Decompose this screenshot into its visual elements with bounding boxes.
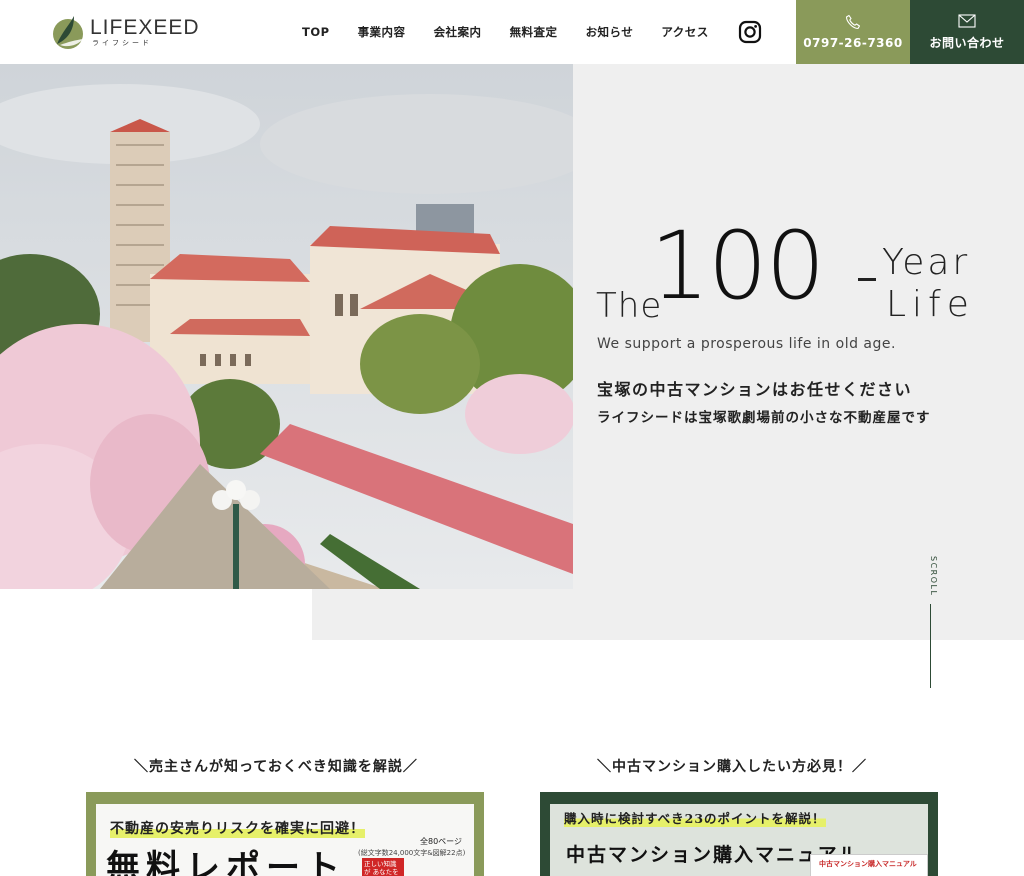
site-header: LIFEXEED ライフシード TOP 事業内容 会社案内 無料査定 お知らせ … (0, 0, 1024, 64)
banner-headline: 購入時に検討すべき23のポイントを解説！ (564, 808, 826, 827)
hero-subtitle: We support a prosperous life in old age. (597, 336, 896, 352)
banner-title: 無料レポート (106, 848, 346, 876)
hero-tagline: The 100 Year Life (596, 212, 996, 332)
mail-icon (958, 13, 976, 28)
nav-item-news[interactable]: お知らせ (586, 24, 634, 40)
buyer-section-title: ＼中古マンション購入したい方必見！／ (597, 759, 867, 775)
manual-cover-card: 中古マンション購入マニュアル (810, 854, 928, 876)
phone-number: 0797-26-7360 (803, 36, 903, 50)
banner-page-count: 全80ページ (420, 837, 463, 846)
site-logo[interactable]: LIFEXEED ライフシード (52, 14, 200, 50)
phone-icon (845, 14, 861, 30)
phone-button[interactable]: 0797-26-7360 (796, 0, 910, 64)
tagline-dash (858, 278, 876, 281)
nav-item-appraisal[interactable]: 無料査定 (510, 24, 558, 40)
banner-page-detail: (総文字数24,000文字&図解22点) (358, 849, 466, 857)
tagline-life: Life (886, 284, 975, 325)
logo-name: LIFEXEED (90, 16, 200, 39)
free-report-banner[interactable]: 不動産の安売りリスクを確実に回避！ 無料レポート 全80ページ (総文字数24,… (86, 792, 484, 876)
instagram-icon[interactable] (738, 20, 762, 44)
tagline-year: Year (882, 242, 971, 283)
nav-item-top[interactable]: TOP (302, 25, 330, 39)
hero-description: ライフシードは宝塚歌劇場前の小さな不動産屋です (597, 410, 931, 426)
main-nav: TOP 事業内容 会社案内 無料査定 お知らせ アクセス (302, 0, 709, 64)
manual-cover-title: 中古マンション購入マニュアル (819, 860, 917, 868)
contact-button[interactable]: お問い合わせ (910, 0, 1024, 64)
leaf-logo-icon (53, 16, 83, 49)
nav-item-company[interactable]: 会社案内 (434, 24, 482, 40)
banner-badge: 正しい知識が あなたを (362, 858, 404, 876)
nav-item-access[interactable]: アクセス (661, 24, 708, 40)
banner-headline: 不動産の安売りリスクを確実に回避！ (110, 818, 365, 838)
contact-label: お問い合わせ (929, 35, 1005, 50)
hero-catchphrase: 宝塚の中古マンションはお任せください (597, 380, 913, 399)
scroll-indicator-label[interactable]: SCROLL (924, 556, 938, 596)
tagline-100: 100 (650, 212, 825, 321)
hero-photo (0, 64, 573, 589)
logo-kana: ライフシード (92, 39, 152, 47)
nav-item-business[interactable]: 事業内容 (358, 24, 406, 40)
purchase-manual-banner[interactable]: 購入時に検討すべき23のポイントを解説！ 中古マンション購入マニュアル 中古マン… (540, 792, 938, 876)
seller-section-title: ＼売主さんが知っておくべき知識を解説／ (134, 759, 418, 775)
scroll-indicator-line (930, 604, 931, 688)
